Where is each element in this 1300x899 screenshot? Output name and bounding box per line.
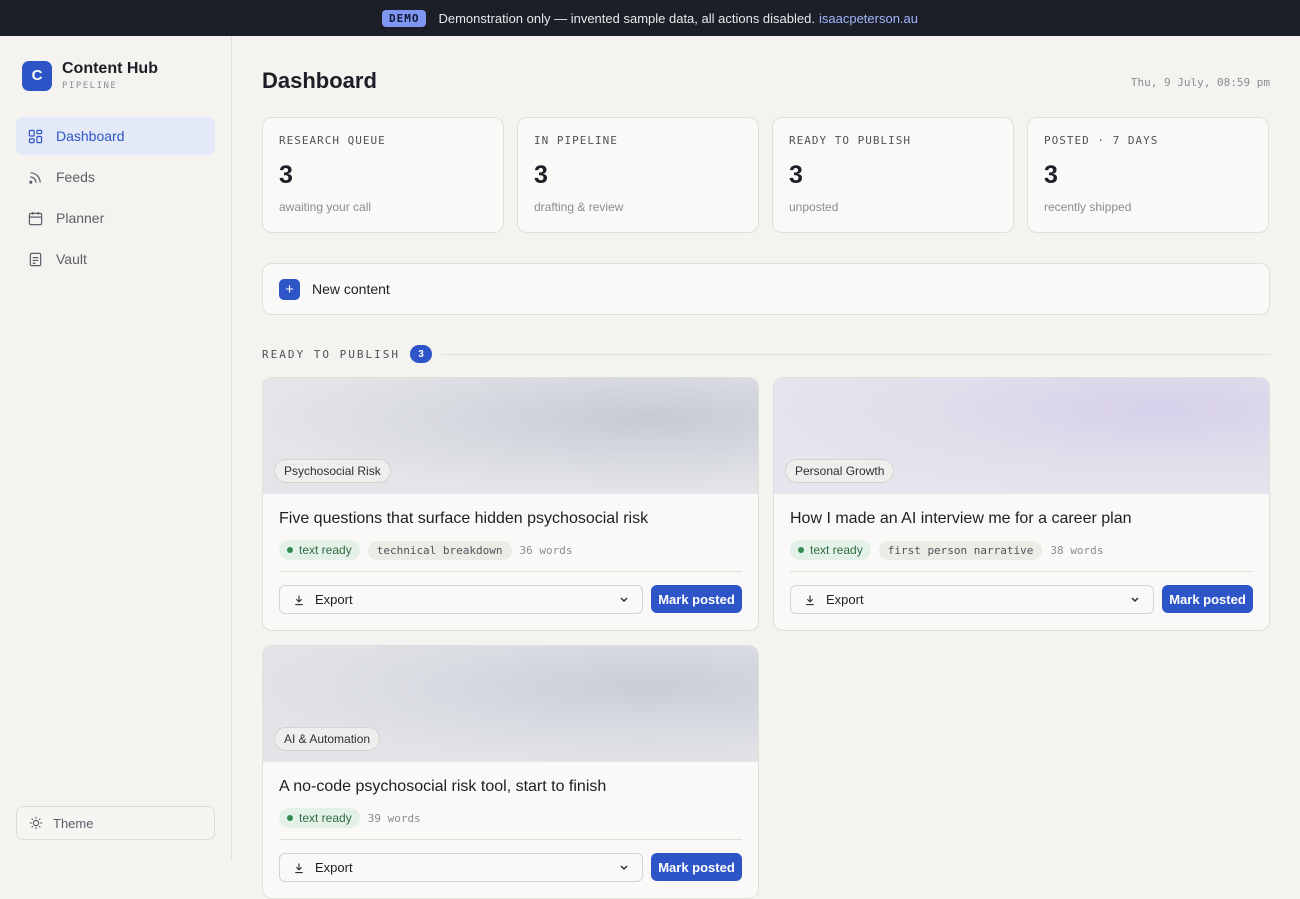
status-dot-icon xyxy=(287,547,293,553)
calendar-icon xyxy=(28,211,43,225)
stat-sub: drafting & review xyxy=(534,200,624,214)
chevron-down-icon xyxy=(620,597,628,603)
sidebar-item-vault[interactable]: Vault xyxy=(16,240,215,278)
stats-row: RESEARCH QUEUE 3 awaiting your call IN P… xyxy=(262,117,1270,233)
dashboard-icon xyxy=(28,129,43,143)
card-divider xyxy=(279,839,742,840)
status-badge: text ready xyxy=(790,540,871,560)
stat-value: 3 xyxy=(1044,161,1058,189)
stat-value: 3 xyxy=(789,161,803,189)
stat-value: 3 xyxy=(534,161,548,189)
card-title[interactable]: Five questions that surface hidden psych… xyxy=(279,510,648,528)
stat-card-in-pipeline[interactable]: IN PIPELINE 3 drafting & review xyxy=(517,117,759,233)
export-dropdown[interactable]: Export xyxy=(279,853,643,882)
page-title: Dashboard xyxy=(262,68,377,93)
mark-posted-button[interactable]: Mark posted xyxy=(651,585,742,613)
export-dropdown[interactable]: Export xyxy=(279,585,643,614)
category-tag: Personal Growth xyxy=(785,459,895,483)
demo-badge: DEMO xyxy=(381,9,427,27)
section-divider xyxy=(441,353,1270,355)
demo-banner: DEMO Demonstration only — invented sampl… xyxy=(0,0,1300,36)
content-card[interactable]: Personal Growth How I made an AI intervi… xyxy=(773,377,1270,631)
card-divider xyxy=(790,571,1253,572)
sun-icon xyxy=(29,816,43,830)
card-title[interactable]: How I made an AI interview me for a care… xyxy=(790,510,1132,528)
stat-sub: recently shipped xyxy=(1044,200,1132,214)
new-content-button[interactable]: + New content xyxy=(262,263,1270,315)
card-divider xyxy=(279,571,742,572)
section-count-badge: 3 xyxy=(409,345,432,363)
status-label: text ready xyxy=(299,543,352,557)
sidebar-item-label: Dashboard xyxy=(56,128,125,144)
export-label: Export xyxy=(315,860,353,875)
sidebar-nav: Dashboard Feeds Planner Vault xyxy=(16,117,215,281)
banner-link[interactable]: isaacpeterson.au xyxy=(819,11,918,26)
content-card[interactable]: AI & Automation A no-code psychosocial r… xyxy=(262,645,759,899)
brand-subtitle: PIPELINE xyxy=(62,81,118,91)
export-label: Export xyxy=(315,592,353,607)
sidebar-item-dashboard[interactable]: Dashboard xyxy=(16,117,215,155)
theme-button[interactable]: Theme xyxy=(16,806,215,840)
chevron-down-icon xyxy=(620,865,628,871)
theme-label: Theme xyxy=(53,815,94,831)
download-icon xyxy=(295,863,303,873)
stat-sub: awaiting your call xyxy=(279,200,372,214)
word-count: 39 words xyxy=(367,811,421,825)
brand-logo: C xyxy=(22,60,52,91)
download-icon xyxy=(806,595,814,605)
brand: C Content Hub PIPELINE xyxy=(22,60,158,91)
status-badge: text ready xyxy=(279,540,360,560)
card-hero-image: Psychosocial Risk xyxy=(263,378,758,494)
demo-banner-text: Demonstration only — invented sample dat… xyxy=(438,10,815,26)
card-hero-image: Personal Growth xyxy=(774,378,1269,494)
category-tag: AI & Automation xyxy=(274,727,381,751)
sidebar: C Content Hub PIPELINE Dashboard Feeds P… xyxy=(0,36,232,860)
sidebar-item-feeds[interactable]: Feeds xyxy=(16,158,215,196)
stat-card-posted[interactable]: POSTED · 7 DAYS 3 recently shipped xyxy=(1027,117,1269,233)
status-dot-icon xyxy=(798,547,804,553)
status-badge: text ready xyxy=(279,808,360,828)
download-icon xyxy=(295,595,303,605)
sidebar-item-planner[interactable]: Planner xyxy=(16,199,215,237)
card-hero-image: AI & Automation xyxy=(263,646,758,762)
word-count: 36 words xyxy=(519,543,573,557)
section-title: READY TO PUBLISH xyxy=(262,347,400,361)
style-badge: technical breakdown xyxy=(367,540,512,560)
stat-card-research-queue[interactable]: RESEARCH QUEUE 3 awaiting your call xyxy=(262,117,504,233)
chevron-down-icon xyxy=(1131,597,1139,603)
document-icon xyxy=(29,252,42,266)
sidebar-item-label: Feeds xyxy=(56,169,95,185)
stat-value: 3 xyxy=(279,161,293,189)
export-label: Export xyxy=(826,592,864,607)
mark-posted-button[interactable]: Mark posted xyxy=(1162,585,1253,613)
stat-card-ready-to-publish[interactable]: READY TO PUBLISH 3 unposted xyxy=(772,117,1014,233)
stat-label: RESEARCH QUEUE xyxy=(279,134,386,147)
status-label: text ready xyxy=(299,811,352,825)
category-tag: Psychosocial Risk xyxy=(274,459,391,483)
card-meta: text ready first person narrative 38 wor… xyxy=(790,540,1103,560)
stat-label: READY TO PUBLISH xyxy=(789,134,911,147)
status-dot-icon xyxy=(287,815,293,821)
export-dropdown[interactable]: Export xyxy=(790,585,1154,614)
card-title[interactable]: A no-code psychosocial risk tool, start … xyxy=(279,778,606,796)
sidebar-item-label: Planner xyxy=(56,210,105,226)
new-content-label: New content xyxy=(312,281,390,297)
word-count: 38 words xyxy=(1050,543,1104,557)
section-header-ready: READY TO PUBLISH 3 xyxy=(262,345,1270,363)
plus-icon: + xyxy=(279,278,300,300)
stat-label: IN PIPELINE xyxy=(534,134,618,147)
mark-posted-button[interactable]: Mark posted xyxy=(651,853,742,881)
rss-icon xyxy=(29,171,41,184)
stat-sub: unposted xyxy=(789,200,839,214)
sidebar-item-label: Vault xyxy=(56,251,87,267)
stat-label: POSTED · 7 DAYS xyxy=(1044,134,1159,147)
content-card[interactable]: Psychosocial Risk Five questions that su… xyxy=(262,377,759,631)
brand-name: Content Hub xyxy=(62,60,158,77)
current-date: Thu, 9 July, 08:59 pm xyxy=(1130,76,1270,89)
card-meta: text ready 39 words xyxy=(279,808,421,828)
status-label: text ready xyxy=(810,543,863,557)
style-badge: first person narrative xyxy=(878,540,1043,560)
card-meta: text ready technical breakdown 36 words xyxy=(279,540,573,560)
